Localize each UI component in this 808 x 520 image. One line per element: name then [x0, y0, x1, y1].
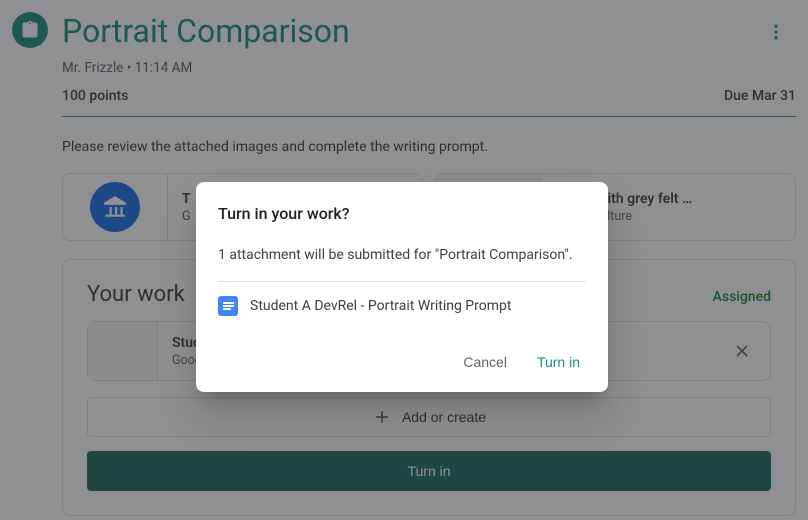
- google-doc-icon: [218, 296, 238, 316]
- dialog-divider: [218, 281, 586, 282]
- cancel-button[interactable]: Cancel: [457, 346, 513, 378]
- dialog-attachment-row: Student A DevRel - Portrait Writing Prom…: [218, 296, 586, 316]
- turn-in-dialog: Turn in your work? 1 attachment will be …: [196, 182, 608, 392]
- dialog-attachment-name: Student A DevRel - Portrait Writing Prom…: [250, 298, 511, 314]
- confirm-turn-in-button[interactable]: Turn in: [531, 346, 586, 378]
- dialog-title: Turn in your work?: [218, 204, 586, 223]
- dialog-body: 1 attachment will be submitted for "Port…: [218, 247, 586, 263]
